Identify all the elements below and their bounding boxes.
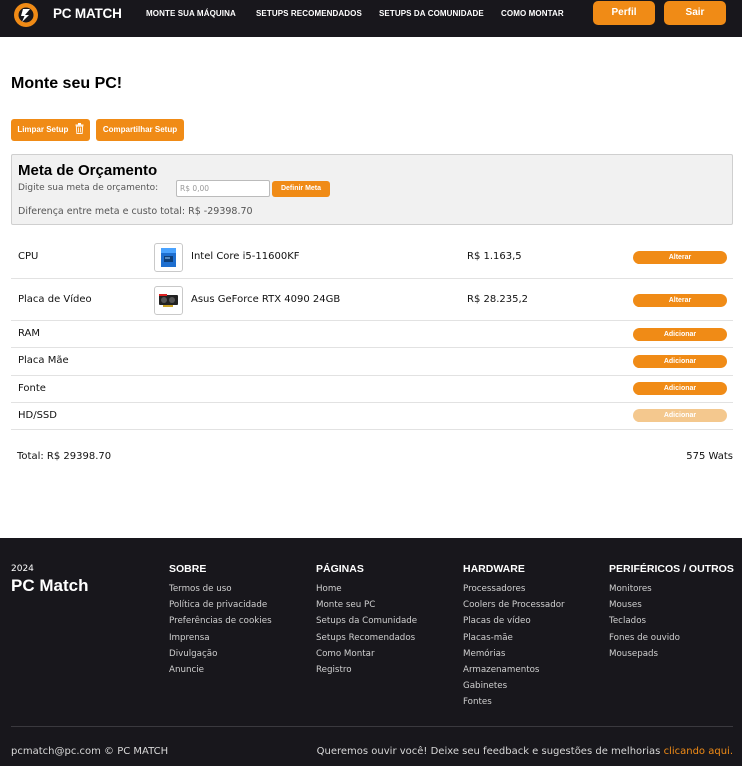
footer-link[interactable]: Coolers de Processador (463, 597, 565, 613)
footer-link[interactable]: Home (316, 581, 417, 597)
footer-column-title: PÁGINAS (316, 563, 364, 575)
footer-copyright: pcmatch@pc.com © PC MATCH (11, 746, 169, 757)
logout-button[interactable]: Sair (664, 1, 726, 25)
footer-link[interactable]: Armazenamentos (463, 662, 565, 678)
footer-link[interactable]: Teclados (609, 613, 734, 629)
add-motherboard-button[interactable]: Adicionar (633, 355, 727, 368)
footer-column-paginas: PÁGINAS Home Monte seu PC Setups da Comu… (316, 563, 417, 678)
component-row-ram: RAM Adicionar (11, 321, 733, 348)
budget-panel: Meta de Orçamento Digite sua meta de orç… (11, 154, 733, 225)
profile-button[interactable]: Perfil (593, 1, 655, 25)
footer: 2024 PC Match SOBRE Termos de uso Políti… (0, 538, 742, 766)
brand-name[interactable]: PC MATCH (53, 6, 122, 21)
footer-column-hardware: HARDWARE Processadores Coolers de Proces… (463, 563, 565, 711)
footer-link[interactable]: Política de privacidade (169, 597, 272, 613)
footer-link[interactable]: Mousepads (609, 646, 734, 662)
footer-column-sobre: SOBRE Termos de uso Política de privacid… (169, 563, 272, 678)
footer-link[interactable]: Monte seu PC (316, 597, 417, 613)
footer-column-perifericos: PERIFÉRICOS / OUTROS Monitores Mouses Te… (609, 563, 734, 662)
change-gpu-button[interactable]: Alterar (633, 294, 727, 307)
add-psu-button[interactable]: Adicionar (633, 382, 727, 395)
component-label: Placa de Vídeo (18, 294, 92, 305)
footer-brand: PC Match (11, 576, 89, 595)
footer-link[interactable]: Fones de ouvido (609, 630, 734, 646)
component-label: Placa Mãe (18, 355, 69, 366)
component-label: RAM (18, 328, 41, 339)
component-label: CPU (18, 251, 39, 262)
footer-link[interactable]: Imprensa (169, 630, 272, 646)
nav-link-como-montar[interactable]: COMO MONTAR (501, 9, 564, 18)
footer-link[interactable]: Divulgação (169, 646, 272, 662)
footer-link[interactable]: Mouses (609, 597, 734, 613)
footer-link[interactable]: Preferências de cookies (169, 613, 272, 629)
footer-year: 2024 (11, 564, 34, 574)
trash-icon (75, 123, 84, 135)
cpu-box-icon (154, 243, 183, 272)
nav-link-setups-recomendados[interactable]: SETUPS RECOMENDADOS (256, 9, 362, 18)
footer-link[interactable]: Termos de uso (169, 581, 272, 597)
footer-feedback-link[interactable]: clicando aqui. (664, 746, 733, 757)
footer-column-title: SOBRE (169, 563, 207, 575)
nav-link-setups-comunidade[interactable]: SETUPS DA COMUNIDADE (379, 9, 484, 18)
nav-link-monte-sua-maquina[interactable]: MONTE SUA MÁQUINA (146, 9, 236, 18)
component-row-cpu: CPU Intel Core i5-11600KF R$ 1.163,5 Alt… (11, 237, 733, 279)
product-price: R$ 28.235,2 (467, 294, 529, 305)
budget-label: Digite sua meta de orçamento: (18, 183, 159, 193)
component-label: Fonte (18, 383, 46, 394)
product-name[interactable]: Intel Core i5-11600KF (191, 251, 300, 262)
footer-link[interactable]: Setups Recomendados (316, 630, 417, 646)
component-row-psu: Fonte Adicionar (11, 376, 733, 403)
component-row-storage: HD/SSD Adicionar (11, 403, 733, 430)
pc-match-logo-icon[interactable] (14, 3, 38, 27)
top-navbar: PC MATCH MONTE SUA MÁQUINA SETUPS RECOME… (0, 0, 742, 37)
clear-setup-label: Limpar Setup (17, 125, 69, 134)
component-row-motherboard: Placa Mãe Adicionar (11, 348, 733, 376)
total-watts: 575 Wats (686, 451, 733, 462)
component-row-gpu: Placa de Vídeo Asus GeForce RTX 4090 24G… (11, 279, 733, 321)
total-price: Total: R$ 29398.70 (17, 451, 112, 462)
footer-column-title: PERIFÉRICOS / OUTROS (609, 563, 734, 575)
footer-link[interactable]: Processadores (463, 581, 565, 597)
add-ram-button[interactable]: Adicionar (633, 328, 727, 341)
product-price: R$ 1.163,5 (467, 251, 522, 262)
footer-link[interactable]: Fontes (463, 694, 565, 710)
footer-link[interactable]: Setups da Comunidade (316, 613, 417, 629)
share-setup-button[interactable]: Compartilhar Setup (96, 119, 184, 141)
budget-title: Meta de Orçamento (18, 162, 158, 179)
budget-input[interactable] (176, 180, 270, 197)
footer-link[interactable]: Anuncie (169, 662, 272, 678)
footer-link[interactable]: Como Montar (316, 646, 417, 662)
page-title: Monte seu PC! (11, 75, 123, 92)
budget-difference-text: Diferença entre meta e custo total: R$ -… (18, 206, 253, 217)
footer-feedback-text: Queremos ouvir você! Deixe seu feedback … (316, 746, 664, 757)
footer-link[interactable]: Placas-mãe (463, 630, 565, 646)
add-storage-button[interactable]: Adicionar (633, 409, 727, 422)
product-name[interactable]: Asus GeForce RTX 4090 24GB (191, 294, 340, 305)
footer-link[interactable]: Placas de vídeo (463, 613, 565, 629)
footer-link[interactable]: Registro (316, 662, 417, 678)
footer-link[interactable]: Memórias (463, 646, 565, 662)
footer-link[interactable]: Gabinetes (463, 678, 565, 694)
set-budget-button[interactable]: Definir Meta (272, 181, 330, 197)
footer-link[interactable]: Monitores (609, 581, 734, 597)
change-cpu-button[interactable]: Alterar (633, 251, 727, 264)
clear-setup-button[interactable]: Limpar Setup (11, 119, 90, 141)
footer-column-title: HARDWARE (463, 563, 525, 575)
gpu-icon (154, 286, 183, 315)
component-label: HD/SSD (18, 410, 57, 421)
footer-divider (11, 726, 733, 727)
footer-feedback: Queremos ouvir você! Deixe seu feedback … (317, 746, 733, 757)
